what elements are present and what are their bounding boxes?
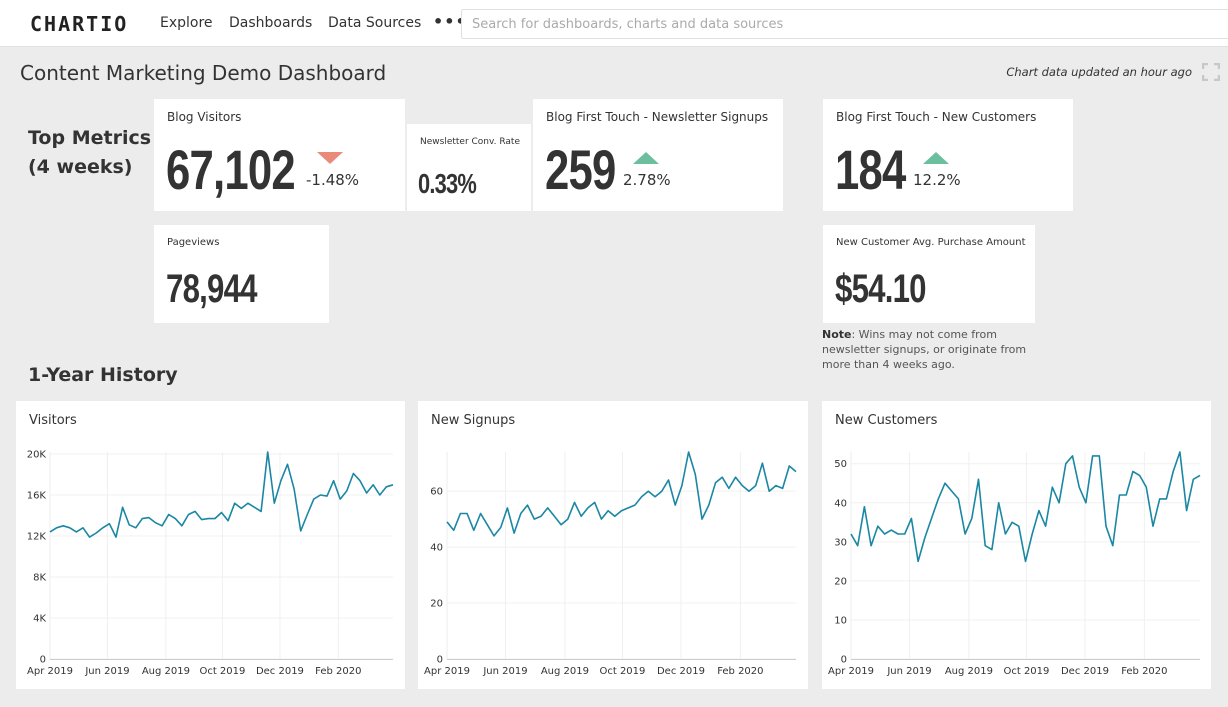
series-line [446,451,797,537]
metric-card-new-customers[interactable]: Blog First Touch - New Customers 184 12.… [823,99,1073,211]
y-tick-label: 20 [834,576,847,587]
data-updated-status: Chart data updated an hour ago [1006,65,1192,79]
metric-card-blog-visitors[interactable]: Blog Visitors 67,102 -1.48% [154,99,405,211]
y-tick-label: 0 [437,655,443,666]
chart-card-visitors[interactable]: Visitors Apr 2019 Jun 2019 Aug 2019 Oct 201… [16,401,405,689]
trend-up-icon [923,152,949,164]
x-tick-label: Apr 2019 [27,666,73,677]
x-tick-label: Oct 2019 [599,666,645,677]
y-tick-label: 4K [33,614,46,625]
note-label: Note [822,328,852,341]
metric-delta: -1.48% [306,171,360,189]
top-nav-bar: CHARTIO Explore Dashboards Data Sources … [0,0,1228,47]
x-tick-label: Feb 2020 [717,666,763,677]
note-text: Note: Wins may not come from newsletter … [822,327,1042,372]
y-tick-label: 0 [40,655,46,666]
y-tick-label: 0 [841,655,847,666]
x-tick-label: Oct 2019 [1003,666,1049,677]
y-tick-label: 8K [33,573,46,584]
metric-value: 259 [545,138,616,201]
note-body: : Wins may not come from newsletter sign… [822,328,1027,371]
y-tick-label: 12K [27,532,47,543]
x-tick-label: Aug 2019 [142,666,190,677]
y-tick-label: 50 [834,459,847,470]
y-tick-label: 60 [430,487,443,498]
nav-explore[interactable]: Explore [160,15,213,31]
metric-value: 78,944 [166,267,258,311]
metric-title: Pageviews [167,237,220,248]
metric-card-pageviews[interactable]: Pageviews 78,944 [154,225,329,323]
y-tick-label: 10 [834,615,847,626]
metric-delta: 12.2% [913,171,961,189]
chart-card-new-customers[interactable]: New Customers Apr 2019 Jun 2019 Aug 2019 Oc… [822,401,1211,689]
dashboard-title: Content Marketing Demo Dashboard [20,61,387,85]
x-tick-label: Oct 2019 [199,666,245,677]
x-tick-label: Apr 2019 [828,666,874,677]
y-tick-label: 40 [834,498,847,509]
x-tick-label: Dec 2019 [256,666,304,677]
metric-card-conv-rate[interactable]: Newsletter Conv. Rate 0.33% [407,124,531,211]
x-tick-label: Jun 2019 [84,666,129,677]
x-tick-label: Apr 2019 [424,666,470,677]
x-tick-label: Dec 2019 [1061,666,1109,677]
y-tick-label: 30 [834,537,847,548]
x-tick-label: Jun 2019 [482,666,527,677]
x-tick-label: Dec 2019 [657,666,705,677]
metric-title: New Customer Avg. Purchase Amount [836,237,1026,248]
fullscreen-icon[interactable] [1202,63,1220,81]
nav-dashboards[interactable]: Dashboards [229,15,312,31]
nav-data-sources[interactable]: Data Sources [328,15,421,31]
y-tick-label: 20K [27,450,47,461]
y-tick-label: 16K [27,491,47,502]
chartio-logo[interactable]: CHARTIO [30,12,128,36]
x-tick-label: Jun 2019 [886,666,931,677]
metric-card-avg-purchase[interactable]: New Customer Avg. Purchase Amount $54.10 [823,225,1035,323]
new-signups-chart: Apr 2019 Jun 2019 Aug 2019 Oct 2019 Dec 2019… [424,451,797,677]
metric-title: Blog First Touch - New Customers [836,110,1037,124]
search-input[interactable] [461,9,1228,39]
metric-value: 0.33% [418,168,477,199]
metric-title: Newsletter Conv. Rate [420,137,520,147]
top-metrics-label: Top Metrics [28,127,152,149]
metric-delta: 2.78% [623,171,671,189]
x-tick-label: Aug 2019 [945,666,993,677]
series-line [850,451,1201,563]
x-tick-label: Feb 2020 [315,666,361,677]
y-tick-label: 20 [430,599,443,610]
y-tick-label: 40 [430,543,443,554]
trend-down-icon [317,152,343,164]
top-metrics-period: (4 weeks) [28,156,133,178]
new-customers-chart: Apr 2019 Jun 2019 Aug 2019 Oct 2019 Dec 2019… [828,451,1201,677]
x-tick-label: Feb 2020 [1121,666,1167,677]
history-heading: 1-Year History [28,364,178,386]
top-metrics-heading: Top Metrics (4 weeks) [28,124,151,182]
metric-value: 184 [835,138,906,201]
metric-value: 67,102 [166,138,296,201]
metric-card-newsletter-signups[interactable]: Blog First Touch - Newsletter Signups 25… [533,99,783,211]
chart-card-new-signups[interactable]: New Signups Apr 2019 Jun 2019 Aug 2019 Oct … [418,401,808,689]
metric-value: $54.10 [835,267,927,311]
x-tick-label: Aug 2019 [541,666,589,677]
metric-title: Blog First Touch - Newsletter Signups [546,110,769,124]
visitors-chart: Apr 2019 Jun 2019 Aug 2019 Oct 2019 Dec 2019… [27,450,394,677]
trend-up-icon [633,152,659,164]
metric-title: Blog Visitors [167,110,242,124]
